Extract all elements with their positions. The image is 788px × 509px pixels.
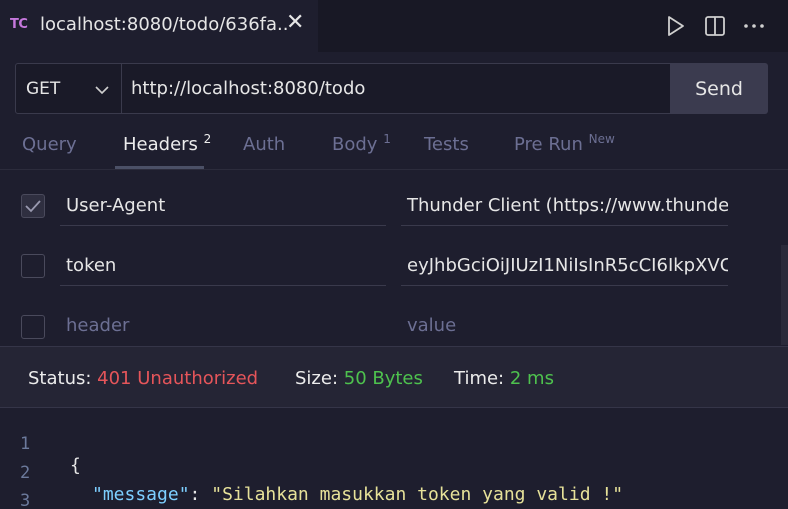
- code-line: 2 "message": "Silahkan masukkan token ya…: [0, 442, 788, 505]
- header-row: token eyJhbGciOiJIUzI1NiIsInR5cCI6IkpXVC…: [0, 237, 788, 297]
- method-label: GET: [26, 79, 61, 99]
- scrollbar[interactable]: [781, 245, 788, 345]
- tab-title: localhost:8080/todo/636fa..: [40, 14, 289, 35]
- editor-tab[interactable]: TC localhost:8080/todo/636fa.. ✕: [0, 0, 318, 52]
- line-number: 3: [20, 491, 31, 509]
- active-tab-indicator: [115, 166, 204, 169]
- header-key[interactable]: User-Agent: [60, 186, 386, 226]
- thunder-client-logo: TC: [10, 17, 28, 32]
- header-enabled-checkbox[interactable]: [21, 254, 45, 278]
- new-badge: New: [588, 132, 615, 146]
- request-bar: GET Send: [15, 63, 768, 114]
- checkmark-icon: [25, 200, 41, 213]
- status-text: Status: 401 Unauthorized: [28, 368, 259, 389]
- tab-query[interactable]: Query: [22, 134, 77, 155]
- code-line: 1 {: [0, 413, 788, 476]
- header-value-input[interactable]: value: [401, 306, 728, 346]
- size-value: 50 Bytes: [343, 368, 423, 389]
- header-key[interactable]: token: [60, 246, 386, 286]
- code-line: 3 }: [0, 470, 788, 509]
- header-row: User-Agent Thunder Client (https://www.t…: [0, 176, 788, 236]
- send-button[interactable]: Send: [670, 63, 768, 114]
- response-status-bar: Status: 401 Unauthorized Size: 50 Bytes …: [0, 346, 788, 408]
- status-code: 401 Unauthorized: [97, 368, 259, 389]
- chevron-down-icon: [95, 86, 109, 95]
- header-value[interactable]: eyJhbGciOiJIUzI1NiIsInR5cCI6IkpXVCJ9: [401, 246, 728, 286]
- size-text: Size: 50 Bytes: [295, 368, 423, 389]
- body-count-badge: 1: [383, 132, 391, 146]
- response-body[interactable]: 1 { 2 "message": "Silahkan masukkan toke…: [0, 408, 788, 509]
- headers-count-badge: 2: [203, 132, 212, 146]
- close-icon[interactable]: ✕: [286, 12, 304, 34]
- tab-body[interactable]: Body 1: [332, 132, 391, 155]
- more-icon[interactable]: [742, 14, 766, 38]
- method-select[interactable]: GET: [15, 63, 122, 114]
- tab-bar: TC localhost:8080/todo/636fa.. ✕: [0, 0, 788, 52]
- header-enabled-checkbox[interactable]: [21, 315, 45, 339]
- tab-headers[interactable]: Headers 2: [123, 132, 212, 155]
- request-tabs: Query Headers 2 Auth Body 1 Tests Pre Ru…: [0, 126, 788, 170]
- header-enabled-checkbox[interactable]: [21, 194, 45, 218]
- url-input[interactable]: [121, 63, 671, 114]
- split-editor-icon[interactable]: [703, 14, 727, 38]
- tab-tests[interactable]: Tests: [424, 134, 469, 155]
- header-value[interactable]: Thunder Client (https://www.thunderclien…: [401, 186, 728, 226]
- play-icon[interactable]: [663, 14, 687, 38]
- tab-auth[interactable]: Auth: [243, 134, 285, 155]
- header-key-input[interactable]: header: [60, 306, 386, 346]
- tab-pre-run[interactable]: Pre Run New: [514, 132, 615, 155]
- time-value: 2 ms: [509, 368, 554, 389]
- time-text: Time: 2 ms: [454, 368, 554, 389]
